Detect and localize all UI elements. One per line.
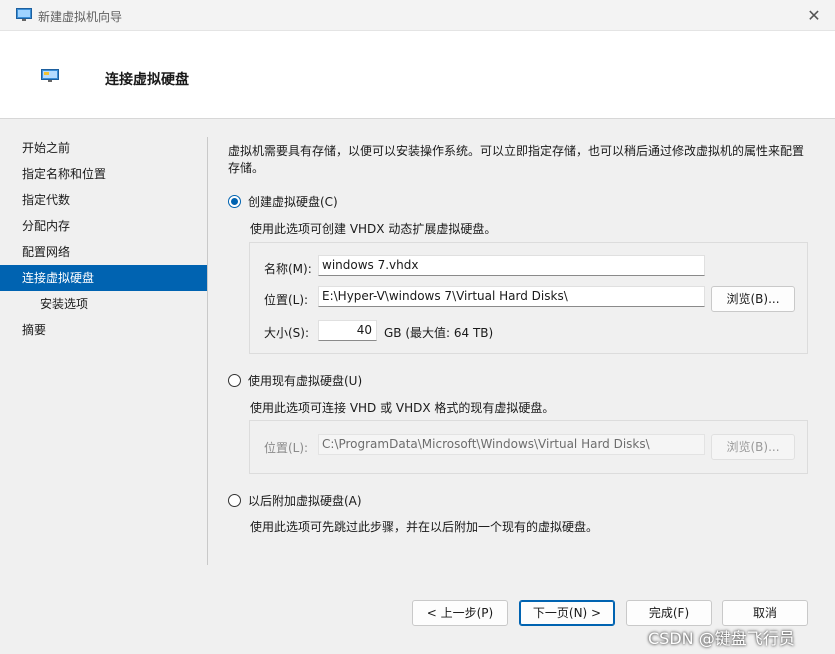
size-field[interactable]: 40 <box>318 320 377 341</box>
existing-disk-option[interactable]: 使用现有虚拟硬盘(U) <box>228 372 362 389</box>
title-bar: 新建虚拟机向导 ✕ <box>0 0 835 31</box>
create-disk-label: 创建虚拟硬盘(C) <box>248 195 338 209</box>
name-field[interactable]: windows 7.vhdx <box>318 255 705 276</box>
finish-button[interactable]: 完成(F) <box>626 600 712 626</box>
watermark: CSDN @键盘飞行员 <box>648 629 795 648</box>
existing-browse-button[interactable]: 浏览(B)... <box>711 434 795 460</box>
browse-button[interactable]: 浏览(B)... <box>711 286 795 312</box>
nav-divider <box>207 137 208 565</box>
later-disk-radio[interactable] <box>228 494 241 507</box>
wizard-nav: 开始之前 指定名称和位置 指定代数 分配内存 配置网络 连接虚拟硬盘 安装选项 … <box>0 135 207 343</box>
create-disk-option[interactable]: 创建虚拟硬盘(C) <box>228 193 338 210</box>
close-button[interactable]: ✕ <box>800 5 828 27</box>
later-disk-option[interactable]: 以后附加虚拟硬盘(A) <box>228 492 362 509</box>
page-title: 连接虚拟硬盘 <box>105 72 189 88</box>
nav-item-before-you-begin[interactable]: 开始之前 <box>0 135 207 161</box>
create-disk-desc: 使用此选项可创建 VHDX 动态扩展虚拟硬盘。 <box>250 222 497 236</box>
window-title: 新建虚拟机向导 <box>38 10 123 24</box>
later-disk-desc: 使用此选项可先跳过此步骤，并在以后附加一个现有的虚拟硬盘。 <box>250 520 599 534</box>
prev-button[interactable]: < 上一步(P) <box>412 600 508 626</box>
nav-item-summary[interactable]: 摘要 <box>0 317 207 343</box>
location-label: 位置(L): <box>264 293 309 307</box>
intro-text: 虚拟机需要具有存储，以便可以安装操作系统。可以立即指定存储，也可以稍后通过修改虚… <box>228 144 805 175</box>
name-label: 名称(M): <box>264 262 312 276</box>
next-button[interactable]: 下一页(N) > <box>519 600 615 626</box>
create-disk-radio[interactable] <box>228 195 241 208</box>
monitor-icon <box>16 8 32 21</box>
existing-location-label: 位置(L): <box>264 441 309 455</box>
size-label: 大小(S): <box>264 326 310 340</box>
cancel-button[interactable]: 取消 <box>722 600 808 626</box>
nav-item-install-options[interactable]: 安装选项 <box>0 291 207 317</box>
wizard-header: 连接虚拟硬盘 <box>0 31 835 119</box>
existing-disk-radio[interactable] <box>228 374 241 387</box>
existing-location-field[interactable]: C:\ProgramData\Microsoft\Windows\Virtual… <box>318 434 705 455</box>
location-field[interactable]: E:\Hyper-V\windows 7\Virtual Hard Disks\ <box>318 286 705 307</box>
nav-item-name-location[interactable]: 指定名称和位置 <box>0 161 207 187</box>
existing-disk-desc: 使用此选项可连接 VHD 或 VHDX 格式的现有虚拟硬盘。 <box>250 401 555 415</box>
monitor-icon <box>41 69 59 82</box>
nav-item-connect-disk[interactable]: 连接虚拟硬盘 <box>0 265 207 291</box>
existing-disk-label: 使用现有虚拟硬盘(U) <box>248 374 363 388</box>
later-disk-label: 以后附加虚拟硬盘(A) <box>248 494 362 508</box>
nav-item-generation[interactable]: 指定代数 <box>0 187 207 213</box>
nav-item-network[interactable]: 配置网络 <box>0 239 207 265</box>
nav-item-memory[interactable]: 分配内存 <box>0 213 207 239</box>
size-unit: GB (最大值: 64 TB) <box>384 326 494 340</box>
